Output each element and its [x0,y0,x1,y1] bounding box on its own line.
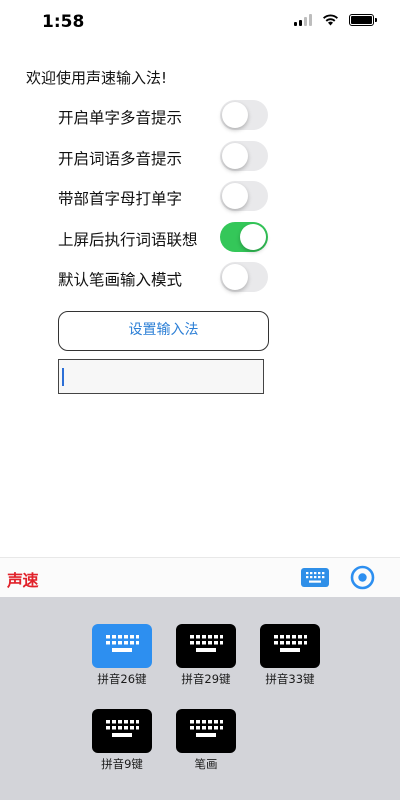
signal-icon [294,14,312,26]
stroke-mode-toggle[interactable] [220,262,268,292]
radical-letter-toggle[interactable] [220,181,268,211]
toggle-knob [240,223,266,250]
setting-row-single-char-polyphone: 开启单字多音提示 [58,98,270,139]
settings-list: 开启单字多音提示 开启词语多音提示 带部首字母打单字 上屏后执行词语联想 默认笔… [58,98,270,301]
keyboard-toolbar: 声速 [0,557,400,597]
status-bar: 1:58 [0,0,400,44]
layout-pinyin-9[interactable]: 拼音9键 [90,709,154,772]
setting-label: 默认笔画输入模式 [58,271,183,289]
battery-icon [349,14,377,26]
layout-pinyin-29[interactable]: 拼音29键 [174,624,238,687]
keyboard-icon [176,709,236,753]
keyboard-layout-panel: 拼音26键 拼音29键 拼音33键 拼音9键 笔画 [0,597,400,800]
layout-label: 拼音9键 [101,757,143,771]
toggle-knob [222,102,248,128]
setup-input-method-button[interactable]: 设置输入法 [58,311,269,351]
test-text-field[interactable] [58,359,264,394]
wifi-icon [323,14,338,26]
word-polyphone-toggle[interactable] [220,140,268,171]
layout-label: 拼音26键 [97,672,147,686]
layout-label: 笔画 [194,757,218,771]
layout-pinyin-33[interactable]: 拼音33键 [258,624,322,687]
toggle-knob [222,264,248,290]
layout-label: 拼音29键 [181,672,231,686]
setting-label: 开启词语多音提示 [58,149,183,168]
welcome-text: 欢迎使用声速输入法! [26,69,168,87]
setting-label: 上屏后执行词语联想 [58,230,198,249]
setting-label: 开启单字多音提示 [58,109,183,127]
status-time: 1:58 [42,12,85,32]
layout-pinyin-26[interactable]: 拼音26键 [90,624,154,687]
keyboard-icon [92,709,152,753]
setting-row-stroke-mode: 默认笔画输入模式 [58,260,270,301]
toggle-knob [222,142,248,169]
single-char-polyphone-toggle[interactable] [220,100,268,130]
toggle-knob [222,183,248,209]
setting-row-word-association: 上屏后执行词语联想 [58,220,270,261]
setting-label: 带部首字母打单字 [58,190,183,208]
text-caret [62,368,64,386]
keyboard-icon [92,624,152,668]
layout-stroke[interactable]: 笔画 [174,709,238,772]
layout-label: 拼音33键 [265,672,315,686]
keyboard-icon [176,624,236,668]
setting-row-radical-letter: 带部首字母打单字 [58,179,270,220]
brand-logo: 声速 [7,571,39,590]
word-association-toggle[interactable] [220,221,268,252]
keyboard-icon [260,624,320,668]
setting-row-word-polyphone: 开启词语多音提示 [58,139,270,180]
settings-target-icon[interactable] [350,565,375,590]
keyboard-icon[interactable] [301,568,329,587]
status-icons [294,14,377,26]
keyboard-glyph [306,572,325,583]
